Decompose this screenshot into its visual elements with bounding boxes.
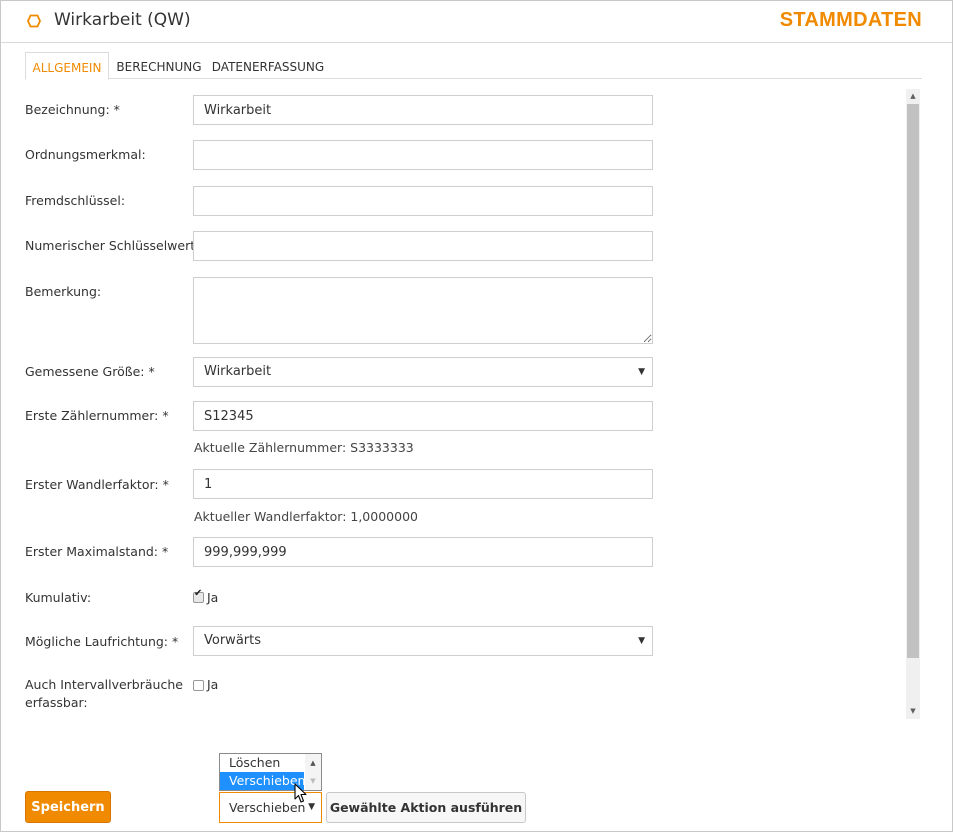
gemessene-groesse-select[interactable]: Wirkarbeit ▼ [193,357,653,387]
header-bar: Wirkarbeit (QW) STAMMDATEN [1,1,952,43]
numerischer-schluessel-input[interactable] [193,231,653,261]
hexagon-icon [27,14,41,28]
gemessene-groesse-value: Wirkarbeit [204,364,272,379]
intervall-label: Auch Intervallverbräuche erfassbar: [25,676,183,712]
caret-down-icon: ▼ [308,802,315,812]
ordnungsmerkmal-input[interactable] [193,140,653,170]
bemerkung-label: Bemerkung: [25,284,102,299]
checkmark-icon: ✔ [194,588,203,599]
aktuelle-zaehlernummer-hint: Aktuelle Zählernummer: S3333333 [194,440,414,455]
scroll-up-icon[interactable]: ▲ [305,754,321,772]
kumulativ-checkbox[interactable]: ✔ [193,588,204,603]
numerischer-schluessel-label: Numerischer Schlüsselwert: [25,238,200,253]
scroll-down-icon[interactable]: ▼ [906,704,920,718]
erster-wandlerfaktor-input[interactable] [193,469,653,499]
scrollbar-thumb[interactable] [907,104,919,658]
ordnungsmerkmal-label: Ordnungsmerkmal: [25,147,146,162]
erster-maximalstand-input[interactable] [193,537,653,567]
section-title: STAMMDATEN [779,9,922,31]
caret-down-icon: ▼ [638,636,645,646]
save-button[interactable]: Speichern [25,791,111,823]
bezeichnung-input[interactable] [193,95,653,125]
run-action-button[interactable]: Gewählte Aktion ausführen [326,792,526,823]
intervall-option-label: Ja [207,677,219,692]
kumulativ-label: Kumulativ: [25,590,92,605]
mouse-cursor-icon [294,783,307,803]
tab-datenerfassung[interactable]: DATENERFASSUNG [211,52,325,78]
bezeichnung-label: Bezeichnung: * [25,102,120,117]
erste-zaehlernummer-label: Erste Zählernummer: * [25,408,169,423]
kumulativ-option-label: Ja [207,590,219,605]
erste-zaehlernummer-input[interactable] [193,401,653,431]
option-verschieben[interactable]: Verschieben [220,772,305,790]
erster-maximalstand-label: Erster Maximalstand: * [25,544,169,559]
erster-wandlerfaktor-label: Erster Wandlerfaktor: * [25,477,169,492]
caret-down-icon: ▼ [638,367,645,377]
fremdschluessel-input[interactable] [193,186,653,216]
page-title: Wirkarbeit (QW) [54,10,191,30]
window-frame: Wirkarbeit (QW) STAMMDATEN ALLGEMEIN BER… [0,0,953,832]
gemessene-groesse-label: Gemessene Größe: * [25,364,155,379]
option-loeschen[interactable]: Löschen [220,754,304,772]
laufrichtung-value: Vorwärts [204,633,261,648]
tab-allgemein[interactable]: ALLGEMEIN [25,52,109,80]
intervall-checkbox[interactable] [193,680,204,691]
intervall-label-line2: erfassbar: [25,695,88,710]
laufrichtung-label: Mögliche Laufrichtung: * [25,634,179,649]
intervall-label-line1: Auch Intervallverbräuche [25,677,183,692]
tab-bar: ALLGEMEIN BERECHNUNG DATENERFASSUNG [25,52,922,80]
bemerkung-textarea[interactable] [193,277,653,344]
fremdschluessel-label: Fremdschlüssel: [25,193,126,208]
scroll-up-icon[interactable]: ▲ [906,89,920,103]
laufrichtung-select[interactable]: Vorwärts ▼ [193,626,653,656]
aktueller-wandlerfaktor-hint: Aktueller Wandlerfaktor: 1,0000000 [194,509,418,524]
tab-berechnung[interactable]: BERECHNUNG [113,52,205,78]
